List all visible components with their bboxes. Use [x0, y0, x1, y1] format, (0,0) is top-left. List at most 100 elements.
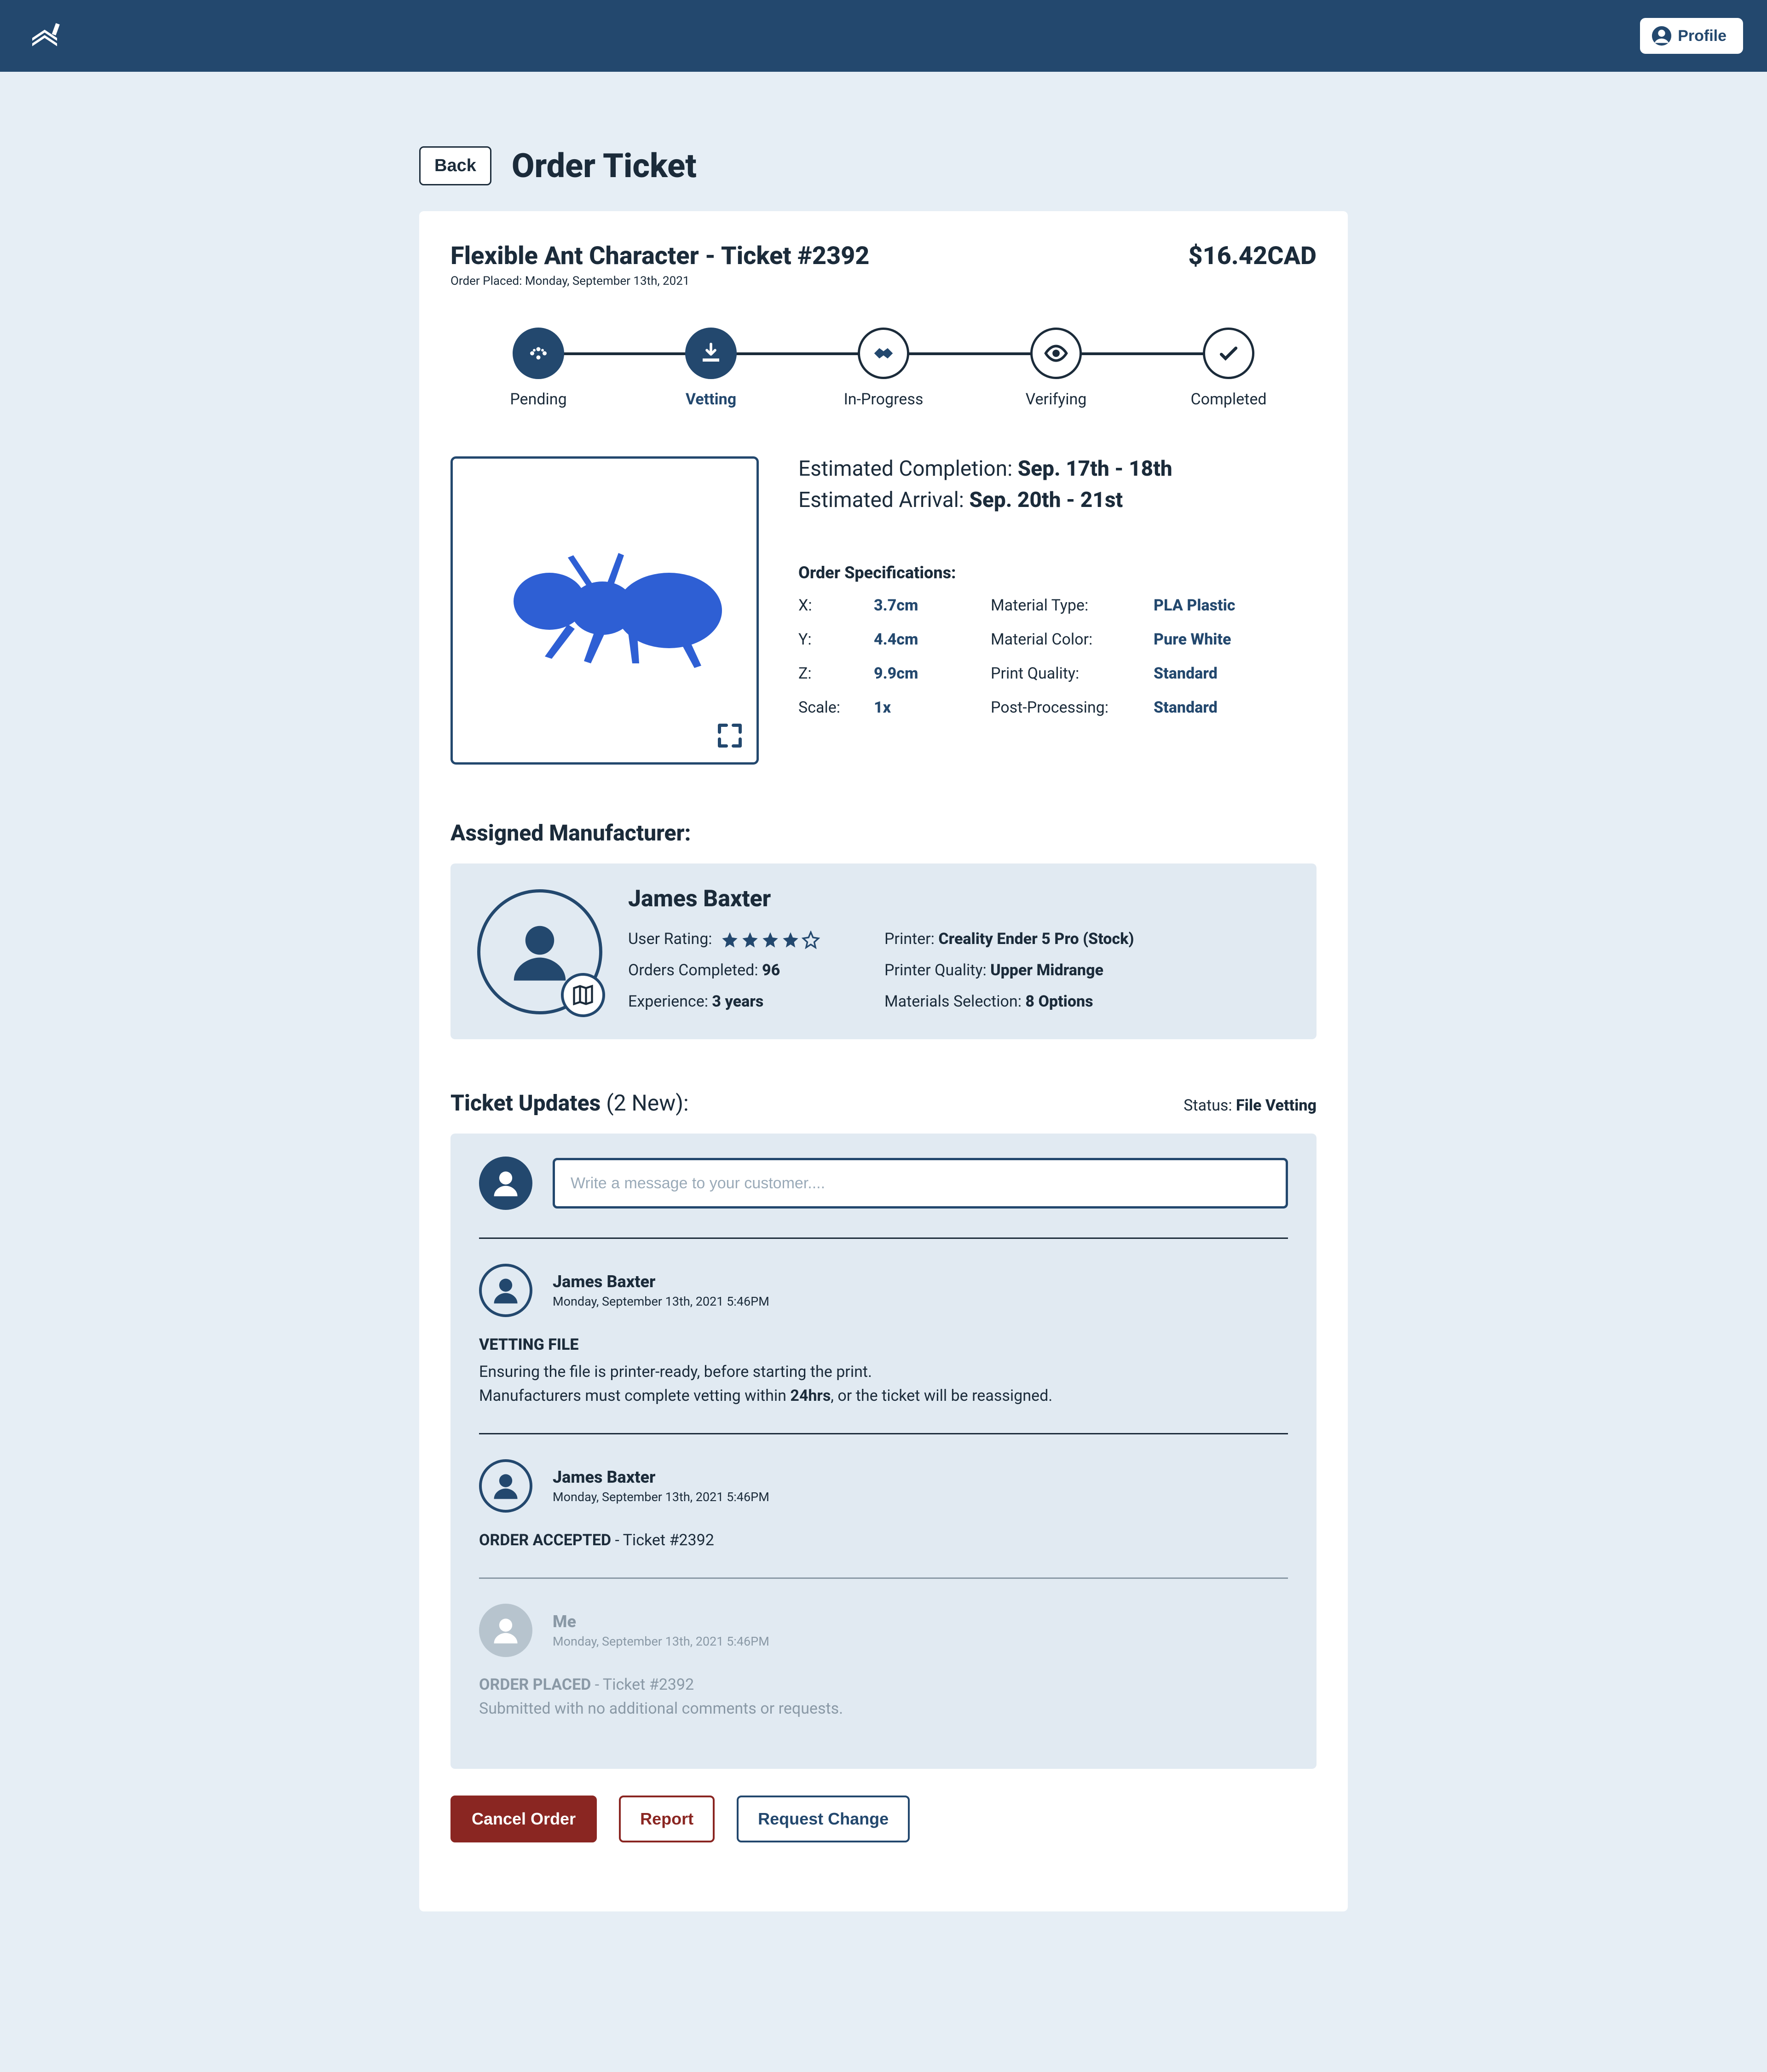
step-completed: Completed	[1183, 328, 1275, 409]
star-outline-icon	[802, 931, 820, 949]
manufacturer-name: James Baxter	[628, 886, 1290, 912]
spec-x-label: X:	[798, 596, 872, 615]
app-logo	[24, 15, 65, 57]
step-icon-completed	[1203, 328, 1254, 379]
step-pending: Pending	[492, 328, 584, 409]
dots-loading-icon	[526, 341, 551, 366]
update-avatar	[479, 1459, 532, 1513]
update-author: Me	[553, 1612, 769, 1631]
ticket-title: Flexible Ant Character - Ticket #2392	[450, 242, 869, 271]
update-body: ORDER PLACED - Ticket #2392 Submitted wi…	[479, 1673, 1288, 1721]
update-time: Monday, September 13th, 2021 5:46PM	[553, 1490, 769, 1504]
page-title: Order Ticket	[512, 146, 697, 185]
spec-z-label: Z:	[798, 664, 872, 683]
spec-y-value: 4.4cm	[874, 630, 989, 649]
report-button[interactable]: Report	[619, 1796, 715, 1842]
message-input[interactable]	[553, 1158, 1288, 1209]
profile-button[interactable]: Profile	[1640, 18, 1743, 54]
update-body: ORDER ACCEPTED - Ticket #2392	[479, 1528, 1288, 1553]
user-circle-icon	[1651, 25, 1672, 46]
update-author: James Baxter	[553, 1272, 769, 1291]
back-button[interactable]: Back	[419, 146, 491, 185]
ticket-placed-date: Order Placed: Monday, September 13th, 20…	[450, 274, 869, 288]
step-vetting: Vetting	[665, 328, 757, 409]
manufacturer-printer-quality: Printer Quality: Upper Midrange	[884, 955, 1134, 986]
step-label: Verifying	[1026, 390, 1087, 409]
profile-label: Profile	[1678, 27, 1727, 45]
rating-stars	[721, 931, 820, 949]
star-icon	[741, 931, 759, 949]
update-avatar	[479, 1264, 532, 1317]
manufacturer-section-title: Assigned Manufacturer:	[450, 820, 1317, 846]
manufacturer-materials: Materials Selection: 8 Options	[884, 986, 1134, 1017]
model-preview-image	[476, 537, 733, 684]
step-label: In-Progress	[844, 390, 924, 409]
spec-material-type-value: PLA Plastic	[1154, 596, 1273, 615]
ticket-card: Flexible Ant Character - Ticket #2392 Or…	[419, 211, 1348, 1911]
step-icon-inprogress	[858, 328, 909, 379]
model-preview[interactable]	[450, 456, 759, 765]
user-icon	[490, 1275, 521, 1306]
update-author: James Baxter	[553, 1468, 769, 1487]
action-buttons: Cancel Order Report Request Change	[450, 1796, 1317, 1842]
spec-z-value: 9.9cm	[874, 664, 989, 683]
step-icon-verifying	[1030, 328, 1082, 379]
step-label: Vetting	[686, 390, 736, 409]
compose-avatar	[479, 1157, 532, 1210]
star-icon	[721, 931, 739, 949]
star-icon	[761, 931, 780, 949]
handshake-icon	[871, 341, 896, 366]
update-item: Me Monday, September 13th, 2021 5:46PM O…	[479, 1577, 1288, 1746]
update-time: Monday, September 13th, 2021 5:46PM	[553, 1294, 769, 1309]
download-icon	[699, 341, 723, 366]
updates-status: Status: File Vetting	[1184, 1096, 1317, 1115]
manufacturer-badge	[561, 973, 605, 1017]
step-label: Pending	[510, 390, 566, 409]
step-inprogress: In-Progress	[837, 328, 930, 409]
manufacturer-rating: User Rating:	[628, 923, 820, 955]
updates-title: Ticket Updates (2 New):	[450, 1090, 689, 1116]
star-icon	[781, 931, 800, 949]
spec-material-color-label: Material Color:	[991, 630, 1152, 649]
top-bar: Profile	[0, 0, 1767, 72]
manufacturer-printer: Printer: Creality Ender 5 Pro (Stock)	[884, 923, 1134, 955]
map-icon	[571, 983, 595, 1007]
manufacturer-box: James Baxter User Rating:	[450, 863, 1317, 1039]
progress-steps: Pending Vetting In-Progress	[492, 328, 1275, 409]
user-icon	[490, 1168, 521, 1199]
spec-scale-value: 1x	[874, 698, 989, 717]
user-icon	[505, 917, 574, 986]
step-icon-pending	[513, 328, 564, 379]
specs-title: Order Specifications:	[798, 563, 1317, 582]
step-label: Completed	[1190, 390, 1266, 409]
manufacturer-orders: Orders Completed: 96	[628, 955, 820, 986]
estimated-completion: Estimated Completion: Sep. 17th - 18th	[798, 456, 1317, 481]
request-change-button[interactable]: Request Change	[737, 1796, 910, 1842]
updates-box: James Baxter Monday, September 13th, 202…	[450, 1134, 1317, 1769]
spec-material-type-label: Material Type:	[991, 596, 1152, 615]
manufacturer-experience: Experience: 3 years	[628, 986, 820, 1017]
step-icon-vetting	[685, 328, 737, 379]
cancel-order-button[interactable]: Cancel Order	[450, 1796, 597, 1842]
spec-post-processing-value: Standard	[1154, 698, 1273, 717]
spec-print-quality-value: Standard	[1154, 664, 1273, 683]
spec-post-processing-label: Post-Processing:	[991, 698, 1152, 717]
specs-grid: X: 3.7cm Material Type: PLA Plastic Y: 4…	[798, 596, 1317, 717]
page-title-row: Back Order Ticket	[419, 146, 1348, 185]
ticket-price: $16.42CAD	[1188, 242, 1317, 271]
eye-icon	[1044, 341, 1068, 366]
update-body: VETTING FILE Ensuring the file is printe…	[479, 1333, 1288, 1408]
step-verifying: Verifying	[1010, 328, 1102, 409]
spec-scale-label: Scale:	[798, 698, 872, 717]
estimated-arrival: Estimated Arrival: Sep. 20th - 21st	[798, 488, 1317, 512]
update-avatar	[479, 1604, 532, 1657]
spec-material-color-value: Pure White	[1154, 630, 1273, 649]
spec-print-quality-label: Print Quality:	[991, 664, 1152, 683]
update-item: James Baxter Monday, September 13th, 202…	[479, 1433, 1288, 1577]
spec-x-value: 3.7cm	[874, 596, 989, 615]
spec-y-label: Y:	[798, 630, 872, 649]
check-icon	[1216, 341, 1241, 366]
fullscreen-icon[interactable]	[716, 722, 744, 749]
update-item: James Baxter Monday, September 13th, 202…	[479, 1237, 1288, 1433]
user-icon	[490, 1615, 521, 1646]
